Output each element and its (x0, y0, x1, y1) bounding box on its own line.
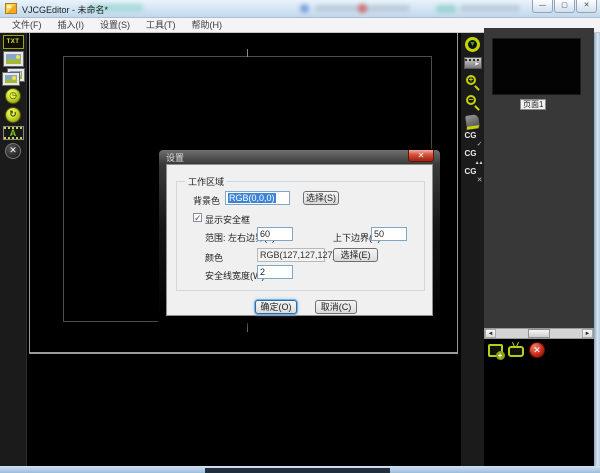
show-safe-frame-checkbox[interactable]: ✓ (193, 213, 202, 222)
clock-rotate-icon: ↻ (5, 107, 21, 123)
subtitle-film-icon: A (3, 126, 24, 140)
zoom-out-icon: − (464, 94, 481, 110)
play-page-button[interactable] (507, 342, 525, 358)
choose-bg-color-button[interactable]: 选择(S) (303, 191, 339, 205)
add-page-button[interactable] (486, 342, 504, 358)
scroll-right-arrow[interactable]: ► (582, 329, 593, 338)
bg-color-value: RGB(0,0,0) (228, 193, 276, 203)
range-tb-input[interactable] (371, 227, 407, 241)
close-icon: ✕ (5, 143, 21, 159)
pages-panel: 页面1 ◄ ► ✕ (484, 33, 594, 466)
titlebar-background-smear (460, 5, 520, 12)
window-right-border (594, 33, 600, 466)
pick-tool-button[interactable] (463, 113, 483, 129)
scrollbar-thumb[interactable] (528, 329, 550, 338)
line-width-label: 安全线宽度(W) (205, 269, 265, 282)
clock-tool-button[interactable]: ◷ (3, 87, 24, 104)
timer-tool-button[interactable]: ↻ (3, 106, 24, 123)
range-lr-input[interactable] (257, 227, 293, 241)
page-left-edge (29, 33, 30, 352)
pages-horizontal-scrollbar[interactable]: ◄ ► (484, 328, 594, 339)
zoom-out-button[interactable]: − (463, 93, 483, 111)
locate-tool-button[interactable]: ▼ (463, 35, 483, 53)
delete-page-icon: ✕ (529, 342, 545, 358)
dialog-title: 设置 (166, 151, 184, 164)
tv-icon (508, 346, 524, 357)
cg-upload-button[interactable]: CG ▲▲ (463, 149, 483, 165)
titlebar: VJCGEditor - 未命名* — ▢ ✕ (0, 0, 600, 18)
cancel-button[interactable]: 取消(C) (315, 300, 357, 314)
image-tool-button[interactable] (3, 51, 24, 66)
window-title: VJCGEditor - 未命名* (22, 3, 108, 16)
maximize-button[interactable]: ▢ (554, 0, 575, 13)
image-sequence-tool-button[interactable] (3, 68, 24, 85)
titlebar-background-smear (436, 5, 456, 13)
zoom-in-icon: + (464, 74, 481, 90)
add-page-icon (488, 344, 503, 357)
page-bottom-edge (29, 352, 458, 354)
cg-check-icon: CG ✓ (463, 131, 483, 147)
subtitle-tool-button[interactable]: A (3, 125, 24, 140)
cg-delete-button[interactable]: CG ✕ (463, 167, 483, 183)
page-thumbnail-label: 页面1 (520, 99, 546, 110)
minimize-button[interactable]: — (532, 0, 553, 13)
ok-button[interactable]: 确定(O) (255, 300, 297, 314)
images-stack-icon (3, 69, 24, 85)
titlebar-background-smear (358, 4, 367, 13)
close-button[interactable]: ✕ (576, 0, 597, 13)
safe-color-value: RGB(127,127,127) (257, 248, 325, 262)
cg-up-icon: CG ▲▲ (463, 149, 483, 165)
menu-item-help[interactable]: 帮助(H) (184, 18, 231, 32)
dialog-content: 工作区域 背景色 RGB(0,0,0) 选择(S) ✓ 显示安全框 范围: 左右… (166, 164, 433, 316)
image-icon (4, 52, 23, 66)
text-tool-icon: TXT (3, 35, 24, 49)
show-safe-frame-label: 显示安全框 (205, 213, 250, 226)
scrollbar-track[interactable] (496, 329, 582, 338)
page-right-edge (457, 33, 458, 352)
choose-safe-color-button[interactable]: 选择(E) (333, 248, 378, 262)
film-select-icon: ➤ (464, 57, 482, 69)
close-tool-button[interactable]: ✕ (3, 142, 24, 159)
right-toolbar: ▼ ➤ + − CG ✓ CG (460, 33, 484, 466)
bg-color-input[interactable]: RGB(0,0,0) (225, 191, 290, 205)
bg-color-label: 背景色 (193, 194, 220, 207)
page-thumbnail[interactable] (492, 38, 581, 95)
line-width-input[interactable] (257, 265, 293, 279)
app-icon (5, 3, 17, 14)
titlebar-background-smear (300, 4, 309, 13)
menu-item-tools[interactable]: 工具(T) (138, 18, 184, 32)
target-icon: ▼ (465, 37, 480, 52)
cg-confirm-button[interactable]: CG ✓ (463, 131, 483, 147)
clock-icon: ◷ (5, 88, 21, 104)
safe-frame-top-tick (247, 49, 248, 57)
window-bottom-border (0, 466, 600, 473)
film-select-tool-button[interactable]: ➤ (463, 55, 483, 71)
safe-frame-bottom-tick (247, 322, 248, 332)
bottom-border-shadow (205, 468, 390, 473)
dialog-close-button[interactable]: ✕ (408, 150, 434, 162)
text-tool-button[interactable]: TXT (3, 34, 24, 49)
zoom-in-button[interactable]: + (463, 73, 483, 91)
delete-page-button[interactable]: ✕ (528, 342, 546, 358)
menu-item-insert[interactable]: 插入(I) (50, 18, 93, 32)
cg-x-icon: CG ✕ (463, 167, 483, 183)
menu-item-file[interactable]: 文件(F) (4, 18, 50, 32)
page-controls: ✕ (486, 342, 549, 358)
settings-dialog: 设置 ✕ 工作区域 背景色 RGB(0,0,0) 选择(S) ✓ 显示安全框 范… (158, 149, 441, 323)
left-toolbar: TXT ◷ ↻ A ✕ (0, 33, 27, 466)
hand-icon (465, 114, 480, 129)
safe-color-label: 颜色 (205, 251, 223, 264)
workarea-group-label: 工作区域 (185, 175, 227, 188)
menu-item-settings[interactable]: 设置(S) (92, 18, 138, 32)
scroll-left-arrow[interactable]: ◄ (485, 329, 496, 338)
